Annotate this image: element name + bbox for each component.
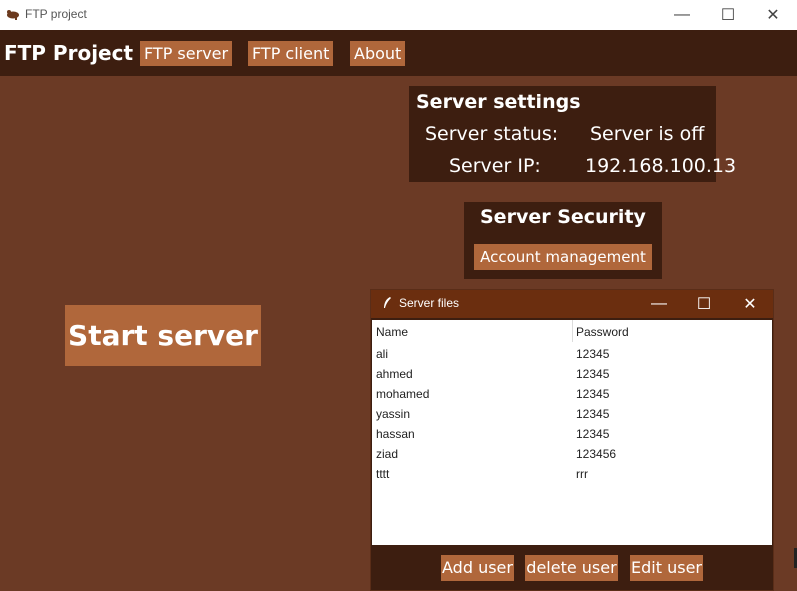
table-cell-password[interactable]: 12345 <box>576 387 609 401</box>
brand-title: FTP Project <box>4 41 134 65</box>
server-ip-value: 192.168.100.13 <box>585 155 737 177</box>
server-status-label: Server status: <box>425 123 559 145</box>
server-settings-title: Server settings <box>416 91 581 113</box>
edit-user-button[interactable]: Edit user <box>630 555 703 581</box>
users-table[interactable] <box>372 320 772 545</box>
nav-about[interactable]: About <box>350 41 406 66</box>
table-cell-password[interactable]: 12345 <box>576 427 609 441</box>
nav-ftp-client[interactable]: FTP client <box>248 41 334 66</box>
table-cell-password[interactable]: 12345 <box>576 347 609 361</box>
window-title: FTP project <box>25 7 87 21</box>
table-cell-password[interactable]: 12345 <box>576 407 609 421</box>
server-ip-label: Server IP: <box>449 155 541 177</box>
feather-icon <box>384 297 391 308</box>
table-cell-name[interactable]: yassin <box>376 407 410 421</box>
table-cell-password[interactable]: 123456 <box>576 447 616 461</box>
column-header-name[interactable]: Name <box>376 325 408 339</box>
child-maximize-button[interactable]: ☐ <box>681 290 727 318</box>
table-cell-password[interactable]: 12345 <box>576 367 609 381</box>
delete-user-button[interactable]: delete user <box>525 555 618 581</box>
column-header-password[interactable]: Password <box>576 325 629 339</box>
table-cell-name[interactable]: hassan <box>376 427 415 441</box>
account-management-button[interactable]: Account management <box>474 244 652 270</box>
table-cell-name[interactable]: tttt <box>376 467 389 481</box>
start-server-button[interactable]: Start server <box>65 305 261 366</box>
close-icon: ✕ <box>743 296 757 313</box>
child-close-button[interactable]: ✕ <box>727 290 773 318</box>
table-cell-name[interactable]: mohamed <box>376 387 429 401</box>
server-files-title: Server files <box>399 296 460 310</box>
maximize-button[interactable]: ☐ <box>705 0 751 30</box>
add-user-button[interactable]: Add user <box>441 555 514 581</box>
table-cell-password[interactable]: rrr <box>576 467 588 481</box>
child-minimize-button[interactable]: — <box>636 290 682 318</box>
column-separator[interactable] <box>572 320 573 342</box>
maximize-icon: ☐ <box>720 7 736 24</box>
nav-ftp-server[interactable]: FTP server <box>140 41 233 66</box>
minimize-icon: — <box>651 295 667 312</box>
close-button[interactable]: ✕ <box>750 0 796 30</box>
app-icon <box>7 10 19 20</box>
server-status-value: Server is off <box>590 123 705 145</box>
minimize-icon: — <box>674 6 690 23</box>
minimize-button[interactable]: — <box>659 0 705 30</box>
table-cell-name[interactable]: ziad <box>376 447 398 461</box>
close-icon: ✕ <box>766 7 780 24</box>
table-cell-name[interactable]: ali <box>376 347 388 361</box>
server-security-title: Server Security <box>480 206 646 228</box>
maximize-icon: ☐ <box>696 296 712 313</box>
table-cell-name[interactable]: ahmed <box>376 367 413 381</box>
